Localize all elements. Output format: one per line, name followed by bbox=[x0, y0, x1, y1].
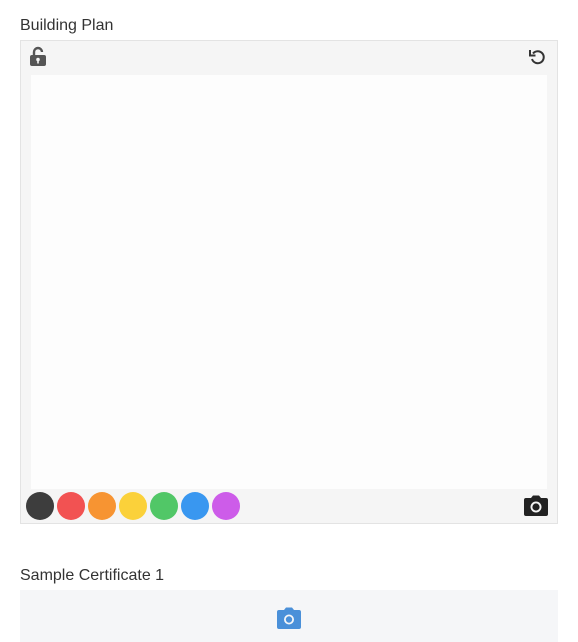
color-swatch-red[interactable] bbox=[57, 492, 85, 520]
color-swatch-purple[interactable] bbox=[212, 492, 240, 520]
camera-icon[interactable] bbox=[276, 606, 302, 630]
color-swatch-blue[interactable] bbox=[181, 492, 209, 520]
camera-icon[interactable] bbox=[523, 493, 549, 519]
drawing-canvas[interactable] bbox=[31, 75, 547, 489]
color-palette bbox=[26, 492, 240, 520]
undo-icon[interactable] bbox=[527, 46, 549, 68]
certificate-upload-area[interactable] bbox=[20, 590, 558, 642]
unlocked-lock-icon[interactable] bbox=[27, 45, 51, 69]
color-swatch-green[interactable] bbox=[150, 492, 178, 520]
building-plan-label: Building Plan bbox=[20, 17, 114, 34]
color-swatch-orange[interactable] bbox=[88, 492, 116, 520]
sketch-pad bbox=[20, 40, 558, 524]
sample-certificate-label: Sample Certificate 1 bbox=[20, 567, 165, 584]
sketch-toolbar bbox=[21, 41, 557, 75]
form-page: Building Plan Sample Certificate 1 bbox=[0, 0, 578, 642]
color-swatch-black[interactable] bbox=[26, 492, 54, 520]
color-swatch-yellow[interactable] bbox=[119, 492, 147, 520]
